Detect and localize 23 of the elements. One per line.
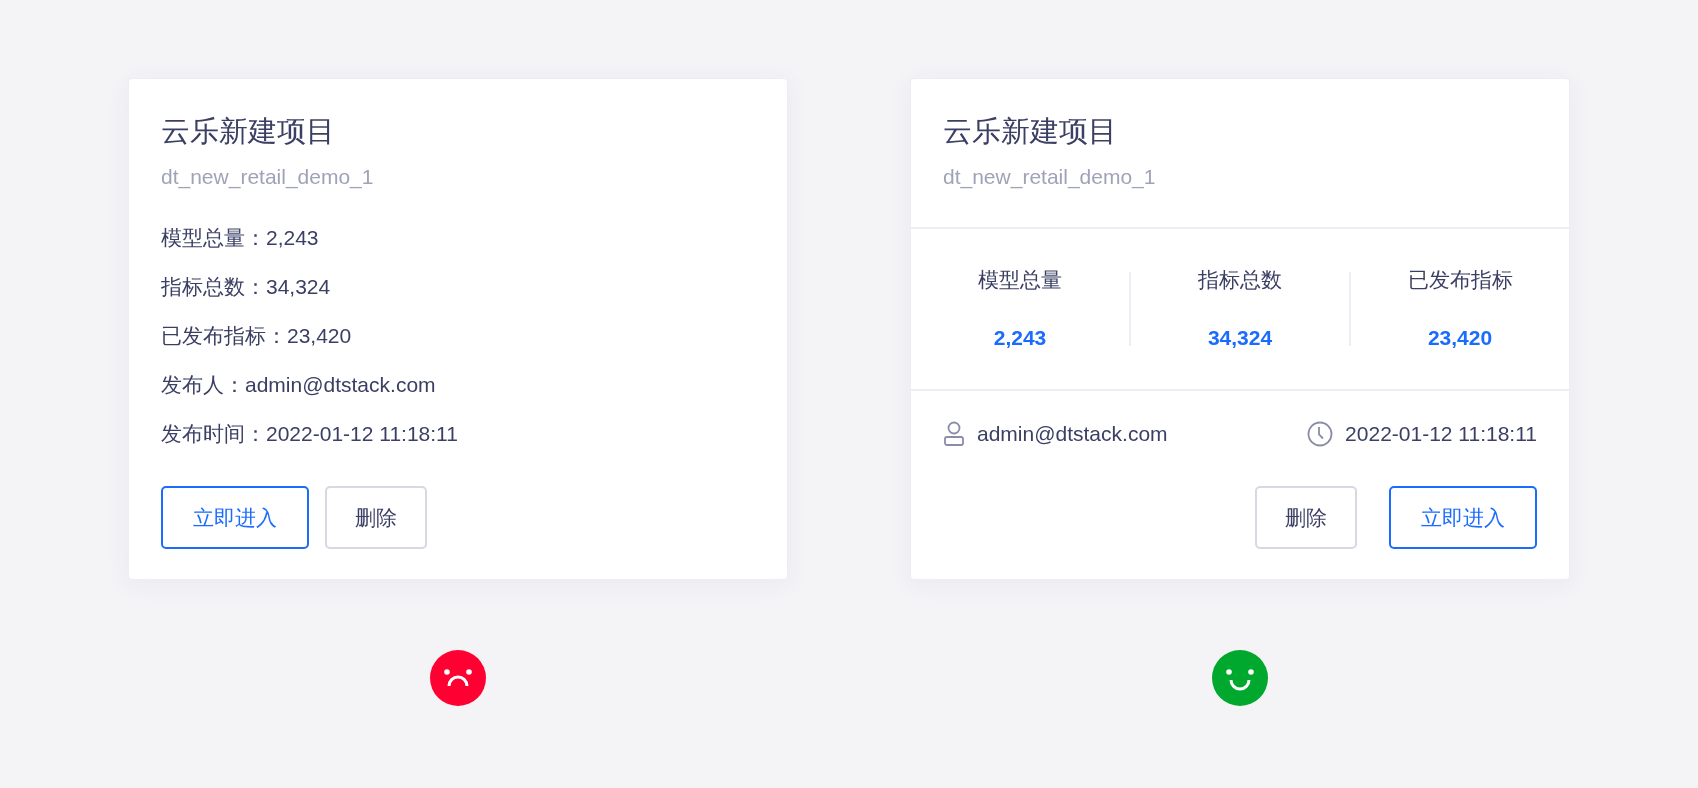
enter-button[interactable]: 立即进入 <box>161 486 309 549</box>
project-title: 云乐新建项目 <box>943 114 1118 149</box>
info-line: 指标总数：34,324 <box>161 274 332 300</box>
info-line: 已发布指标：23,420 <box>161 323 353 349</box>
info-line: 发布人：admin@dtstack.com <box>161 372 437 398</box>
project-title: 云乐新建项目 <box>161 114 336 149</box>
stat-value: 23,420 <box>1427 325 1493 351</box>
info-line: 发布时间：2022-01-12 11:18:11 <box>161 421 459 447</box>
project-code: dt_new_retail_demo_1 <box>943 164 1157 191</box>
delete-button[interactable]: 删除 <box>325 486 427 549</box>
stat-label: 已发布指标 <box>1407 267 1513 293</box>
clock-icon <box>1307 421 1334 447</box>
info-line: 模型总量：2,243 <box>161 225 320 251</box>
publisher-text: admin@dtstack.com <box>977 422 1168 446</box>
enter-button[interactable]: 立即进入 <box>1389 486 1537 549</box>
stat-label: 指标总数 <box>1198 267 1282 293</box>
stat-value: 2,243 <box>993 325 1047 351</box>
project-code: dt_new_retail_demo_1 <box>161 164 375 191</box>
stat-value: 34,324 <box>1207 325 1273 351</box>
delete-button[interactable]: 删除 <box>1255 486 1357 549</box>
publish-time: 2022-01-12 11:18:11 <box>1345 422 1537 446</box>
user-icon <box>943 421 965 447</box>
stat-label: 模型总量 <box>978 267 1062 293</box>
